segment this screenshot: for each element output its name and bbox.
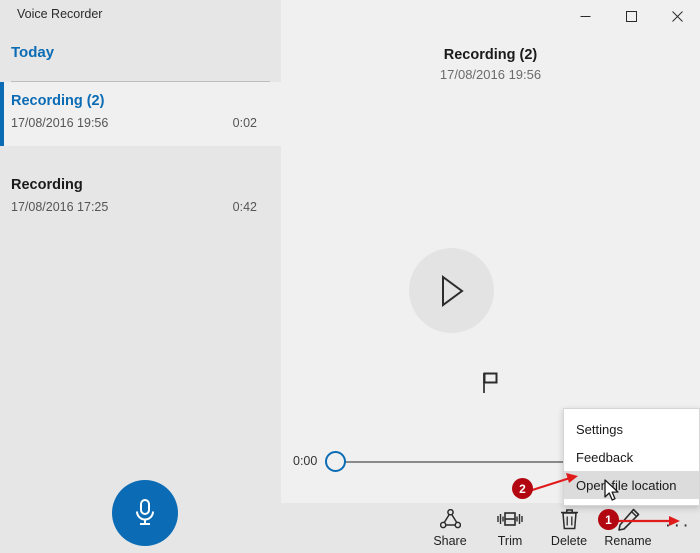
close-icon xyxy=(671,10,683,22)
selection-indicator xyxy=(0,82,4,146)
menu-item-label: Open file location xyxy=(576,477,677,493)
voice-recorder-window: Voice Recorder Today Recording (2) 17/08… xyxy=(0,0,700,553)
title-bar xyxy=(281,0,700,32)
more-button[interactable]: ··· xyxy=(663,515,693,537)
trim-icon xyxy=(497,507,523,531)
delete-button[interactable]: Delete xyxy=(540,507,598,553)
annotation-badge-1: 1 xyxy=(598,509,619,530)
maximize-icon xyxy=(625,10,637,22)
menu-item-label: Feedback xyxy=(576,449,634,465)
sidebar: Voice Recorder Today Recording (2) 17/08… xyxy=(0,0,281,553)
play-button[interactable] xyxy=(409,248,494,333)
trim-button[interactable]: Trim xyxy=(481,507,539,553)
timeline-handle[interactable] xyxy=(325,451,346,472)
menu-item-feedback[interactable]: Feedback xyxy=(564,443,699,471)
share-icon xyxy=(439,507,461,531)
recording-duration: 0:02 xyxy=(232,116,257,130)
recording-header: Recording (2) 17/08/2016 19:56 xyxy=(281,47,700,82)
flag-marker-button[interactable] xyxy=(482,372,500,399)
menu-item-settings[interactable]: Settings xyxy=(564,415,699,443)
play-icon xyxy=(441,274,464,307)
annotation-badge-2: 2 xyxy=(512,478,533,499)
list-item[interactable]: Recording (2) 17/08/2016 19:56 0:02 xyxy=(0,82,281,146)
maximize-button[interactable] xyxy=(608,0,654,32)
recording-name: Recording (2) xyxy=(11,93,105,109)
menu-item-open-file-location[interactable]: Open file location xyxy=(564,471,699,499)
share-label: Share xyxy=(433,534,467,548)
flag-icon xyxy=(483,372,498,393)
recording-date: 17/08/2016 17:25 xyxy=(11,200,109,214)
minimize-button[interactable] xyxy=(562,0,608,32)
badge-number: 1 xyxy=(605,512,612,527)
menu-item-label: Settings xyxy=(576,421,623,437)
record-button[interactable] xyxy=(112,480,178,546)
trash-icon xyxy=(560,507,579,531)
pencil-icon xyxy=(617,507,640,531)
close-button[interactable] xyxy=(654,0,700,32)
list-separator xyxy=(0,146,281,166)
delete-label: Delete xyxy=(550,534,588,548)
more-context-menu: Settings Feedback Open file location xyxy=(563,408,700,506)
bottom-toolbar: Share Trim Delete Rename ··· xyxy=(281,503,700,553)
today-group-header: Today xyxy=(0,41,281,82)
more-ellipsis-icon: ··· xyxy=(664,515,692,536)
page-subtitle: 17/08/2016 19:56 xyxy=(439,67,542,82)
app-title: Voice Recorder xyxy=(17,7,103,21)
trim-label: Trim xyxy=(497,534,523,548)
current-time-label: 0:00 xyxy=(293,454,318,468)
recording-name: Recording xyxy=(11,177,83,193)
rename-label: Rename xyxy=(604,534,652,548)
recordings-list: Recording (2) 17/08/2016 19:56 0:02 Reco… xyxy=(0,82,281,230)
minimize-icon xyxy=(580,15,590,17)
page-title: Recording (2) xyxy=(443,47,538,63)
today-group-label: Today xyxy=(11,44,55,61)
share-button[interactable]: Share xyxy=(421,507,479,553)
badge-number: 2 xyxy=(519,481,526,496)
recording-duration: 0:42 xyxy=(232,200,257,214)
microphone-icon xyxy=(136,499,154,525)
list-item[interactable]: Recording 17/08/2016 17:25 0:42 xyxy=(0,166,281,230)
recording-date: 17/08/2016 19:56 xyxy=(11,116,109,130)
